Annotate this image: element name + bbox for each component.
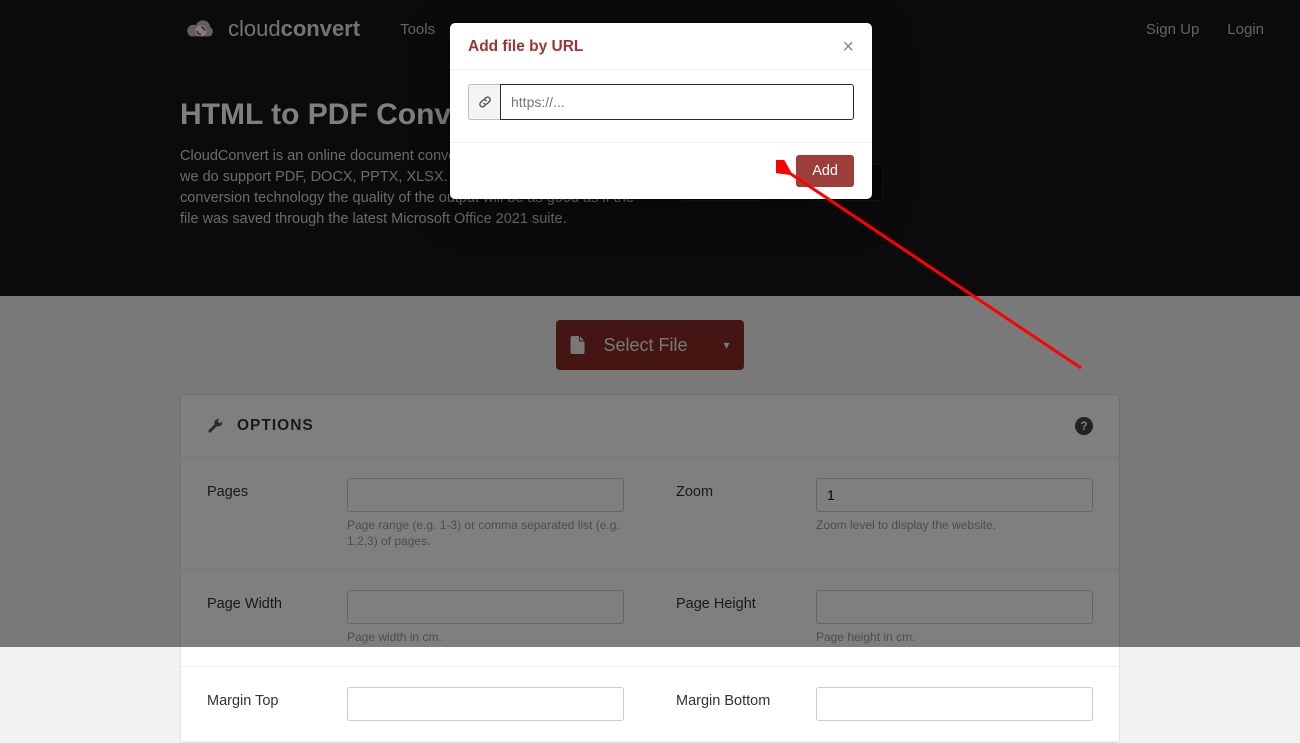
add-button[interactable]: Add xyxy=(796,155,854,187)
add-url-modal: Add file by URL × Add xyxy=(450,23,872,199)
margin-top-label: Margin Top xyxy=(207,687,347,721)
margin-bottom-label: Margin Bottom xyxy=(676,687,816,721)
url-input[interactable] xyxy=(500,84,854,120)
margin-top-input[interactable] xyxy=(347,687,624,721)
margin-bottom-input[interactable] xyxy=(816,687,1093,721)
modal-title: Add file by URL xyxy=(468,38,583,56)
close-icon[interactable]: × xyxy=(842,37,854,57)
link-icon xyxy=(468,84,500,120)
